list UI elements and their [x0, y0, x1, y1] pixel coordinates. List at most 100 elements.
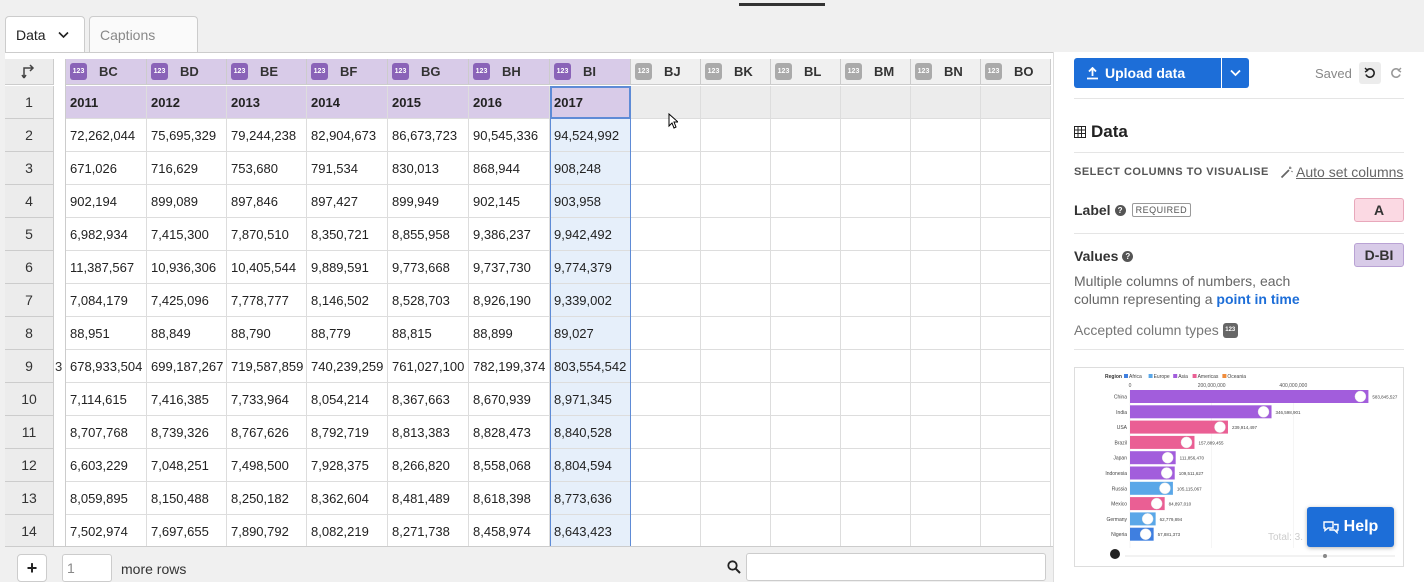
table-cell[interactable] [911, 119, 981, 152]
column-header-bd[interactable]: 123 BD [147, 59, 227, 85]
table-cell[interactable]: 7,733,964 [227, 383, 307, 416]
row-header[interactable]: 4 [5, 185, 54, 218]
table-cell[interactable] [911, 383, 981, 416]
table-cell[interactable]: 7,416,385 [147, 383, 227, 416]
table-cell[interactable] [701, 317, 771, 350]
table-cell[interactable]: 8,362,604 [307, 482, 388, 515]
table-cell[interactable]: 782,199,374 [469, 350, 550, 383]
table-cell[interactable] [841, 449, 911, 482]
header-cell[interactable] [981, 86, 1051, 119]
table-cell[interactable]: 8,350,721 [307, 218, 388, 251]
table-cell[interactable]: 86,673,723 [388, 119, 469, 152]
table-cell[interactable] [981, 482, 1051, 515]
row-header[interactable]: 7 [5, 284, 54, 317]
column-header-bm[interactable]: 123 BM [841, 59, 911, 85]
table-cell[interactable]: 8,528,703 [388, 284, 469, 317]
table-cell[interactable] [631, 515, 701, 546]
tab-captions[interactable]: Captions [89, 16, 198, 53]
header-cell[interactable] [701, 86, 771, 119]
table-cell[interactable]: 902,194 [66, 185, 147, 218]
row-header[interactable]: 1 [5, 86, 54, 119]
table-cell[interactable]: 699,187,267 [147, 350, 227, 383]
table-cell[interactable]: 8,792,719 [307, 416, 388, 449]
table-cell[interactable] [981, 119, 1051, 152]
table-cell[interactable]: 9,737,730 [469, 251, 550, 284]
column-header-bn[interactable]: 123 BN [911, 59, 981, 85]
undo-button[interactable] [1359, 62, 1381, 84]
table-cell[interactable] [701, 185, 771, 218]
table-cell[interactable]: 88,899 [469, 317, 550, 350]
help-button[interactable]: Help [1307, 507, 1394, 547]
table-cell[interactable] [911, 185, 981, 218]
header-cell[interactable]: 2017 [550, 86, 631, 119]
table-cell[interactable]: 7,048,251 [147, 449, 227, 482]
row-header[interactable]: 10 [5, 383, 54, 416]
table-cell[interactable]: 88,779 [307, 317, 388, 350]
column-header-bl[interactable]: 123 BL [771, 59, 841, 85]
table-cell[interactable] [841, 515, 911, 546]
table-cell[interactable] [701, 449, 771, 482]
header-cell[interactable]: 2015 [388, 86, 469, 119]
table-cell[interactable]: 10,405,544 [227, 251, 307, 284]
table-cell[interactable] [631, 185, 701, 218]
table-cell[interactable] [981, 515, 1051, 546]
header-cell[interactable] [911, 86, 981, 119]
help-circle-icon[interactable]: ? [1114, 204, 1126, 216]
header-cell[interactable] [771, 86, 841, 119]
table-cell[interactable] [771, 119, 841, 152]
table-cell[interactable]: 8,804,594 [550, 449, 631, 482]
table-cell[interactable]: 899,089 [147, 185, 227, 218]
table-cell[interactable]: 8,150,488 [147, 482, 227, 515]
table-cell[interactable]: 8,773,636 [550, 482, 631, 515]
row-header[interactable]: 14 [5, 515, 54, 546]
table-cell[interactable] [981, 317, 1051, 350]
table-cell[interactable]: 9,774,379 [550, 251, 631, 284]
table-cell[interactable] [911, 515, 981, 546]
table-cell[interactable] [911, 449, 981, 482]
table-cell[interactable]: 8,618,398 [469, 482, 550, 515]
table-cell[interactable] [841, 317, 911, 350]
table-cell[interactable]: 7,890,792 [227, 515, 307, 546]
header-cell[interactable] [631, 86, 701, 119]
row-header[interactable]: 13 [5, 482, 54, 515]
table-cell[interactable] [981, 284, 1051, 317]
table-cell[interactable] [981, 218, 1051, 251]
table-cell[interactable] [911, 350, 981, 383]
table-cell[interactable] [631, 218, 701, 251]
table-cell[interactable] [631, 350, 701, 383]
row-header[interactable]: 3 [5, 152, 54, 185]
table-cell[interactable] [771, 152, 841, 185]
table-cell[interactable]: 9,773,668 [388, 251, 469, 284]
table-cell[interactable] [841, 119, 911, 152]
table-cell[interactable]: 75,695,329 [147, 119, 227, 152]
table-cell[interactable] [701, 284, 771, 317]
table-cell[interactable]: 716,629 [147, 152, 227, 185]
table-cell[interactable]: 7,415,300 [147, 218, 227, 251]
table-cell[interactable]: 8,082,219 [307, 515, 388, 546]
table-cell[interactable] [841, 416, 911, 449]
table-cell[interactable]: 7,870,510 [227, 218, 307, 251]
table-cell[interactable] [911, 482, 981, 515]
table-cell[interactable]: 7,084,179 [66, 284, 147, 317]
table-cell[interactable] [701, 350, 771, 383]
table-cell[interactable]: 8,707,768 [66, 416, 147, 449]
help-circle-icon[interactable]: ? [1122, 250, 1134, 262]
table-cell[interactable] [631, 383, 701, 416]
table-cell[interactable] [911, 218, 981, 251]
tab-data[interactable]: Data [5, 16, 85, 53]
table-cell[interactable]: 8,458,974 [469, 515, 550, 546]
row-header[interactable]: 9 [5, 350, 54, 383]
table-cell[interactable]: 791,534 [307, 152, 388, 185]
table-cell[interactable]: 8,971,345 [550, 383, 631, 416]
values-column-selector[interactable]: D-BI [1354, 243, 1404, 267]
add-rows-button[interactable]: + [17, 554, 47, 582]
column-header-bc[interactable]: 123 BC [66, 59, 147, 85]
table-cell[interactable] [911, 251, 981, 284]
table-cell[interactable]: 8,481,489 [388, 482, 469, 515]
table-cell[interactable] [981, 185, 1051, 218]
table-cell[interactable]: 753,680 [227, 152, 307, 185]
search-input[interactable] [746, 553, 1046, 581]
table-cell[interactable] [701, 119, 771, 152]
table-cell[interactable] [981, 449, 1051, 482]
table-cell[interactable] [841, 152, 911, 185]
